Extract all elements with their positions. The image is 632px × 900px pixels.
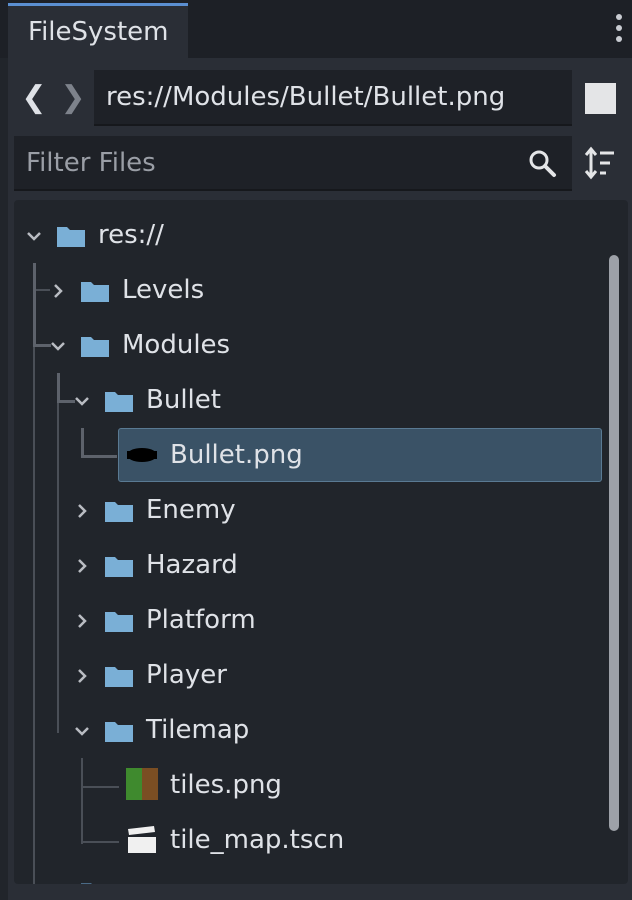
scene-clapperboard-icon (128, 826, 156, 853)
tree-item-label: res:// (98, 220, 164, 250)
tab-filesystem[interactable]: FileSystem (8, 3, 188, 58)
tree-item-label: Bullet.png (170, 440, 303, 470)
tree-item-bullet[interactable]: Bullet (14, 373, 614, 428)
chevron-down-icon[interactable] (72, 721, 92, 741)
file-tree: res:// Levels Modules Bullet Bullet.png … (14, 200, 628, 884)
chevron-down-icon[interactable] (72, 391, 92, 411)
folder-icon (57, 227, 85, 247)
tree-item-label: Bullet (146, 385, 221, 415)
tree-item-label: Platform (146, 605, 256, 635)
tree-item-label: Enemy (146, 495, 236, 525)
folder-icon (105, 392, 133, 412)
tree-item-levels[interactable]: Levels (14, 263, 614, 318)
tree-item-label: tiles.png (170, 770, 282, 800)
chevron-right-icon[interactable] (48, 281, 68, 301)
search-icon[interactable] (527, 148, 557, 178)
tree-item-enemy[interactable]: Enemy (14, 483, 614, 538)
tileset-image-icon (126, 768, 158, 800)
tree-item-tiles-png[interactable]: tiles.png (14, 758, 614, 813)
scrollbar-thumb[interactable] (609, 255, 619, 831)
chevron-right-icon[interactable] (72, 666, 92, 686)
tree-item-platform[interactable]: Platform (14, 593, 614, 648)
folder-icon (105, 612, 133, 632)
filter-input[interactable] (14, 136, 514, 189)
tree-item-hazard[interactable]: Hazard (14, 538, 614, 593)
current-path-field[interactable]: res://Modules/Bullet/Bullet.png (94, 70, 572, 126)
tree-item-modules[interactable]: Modules (14, 318, 614, 373)
tree-guide (81, 455, 117, 458)
chevron-right-icon[interactable] (72, 556, 92, 576)
tree-item-label: Tilemap (146, 715, 250, 745)
folder-icon (81, 337, 109, 357)
tree-item-tile-map-tscn[interactable]: tile_map.tscn (14, 813, 614, 868)
folder-icon (81, 282, 109, 302)
tree-item-bullet-png[interactable]: Bullet.png (118, 428, 602, 482)
folder-icon (105, 502, 133, 522)
tree-item-label: Levels (122, 275, 205, 305)
tree-item-label: Hazard (146, 550, 238, 580)
folder-icon (105, 557, 133, 577)
tree-item-label: Modules (122, 330, 231, 360)
tree-item-player[interactable]: Player (14, 648, 614, 703)
square-icon[interactable] (585, 83, 616, 114)
chevron-left-icon[interactable]: ❮ (21, 78, 47, 118)
folder-icon (81, 883, 92, 884)
chevron-right-icon[interactable] (72, 501, 92, 521)
chevron-right-icon[interactable]: ❯ (60, 78, 86, 118)
folder-icon (105, 667, 133, 687)
chevron-down-icon[interactable] (48, 336, 68, 356)
tree-item-res-root[interactable]: res:// (14, 208, 614, 263)
filter-files-field[interactable] (14, 136, 572, 191)
tree-item-tilemap[interactable]: Tilemap (14, 703, 614, 758)
tree-item-label: tile_map.tscn (170, 825, 345, 855)
folder-icon (105, 722, 133, 742)
chevron-right-icon[interactable] (72, 611, 92, 631)
dock-tab-bar: FileSystem (0, 0, 632, 58)
tree-guide (81, 428, 84, 458)
chevron-down-icon[interactable] (24, 226, 44, 246)
sort-icon[interactable] (584, 146, 616, 180)
bullet-image-icon (127, 448, 157, 462)
vertical-dots-icon[interactable] (612, 14, 626, 48)
tree-item-label: Player (146, 660, 227, 690)
